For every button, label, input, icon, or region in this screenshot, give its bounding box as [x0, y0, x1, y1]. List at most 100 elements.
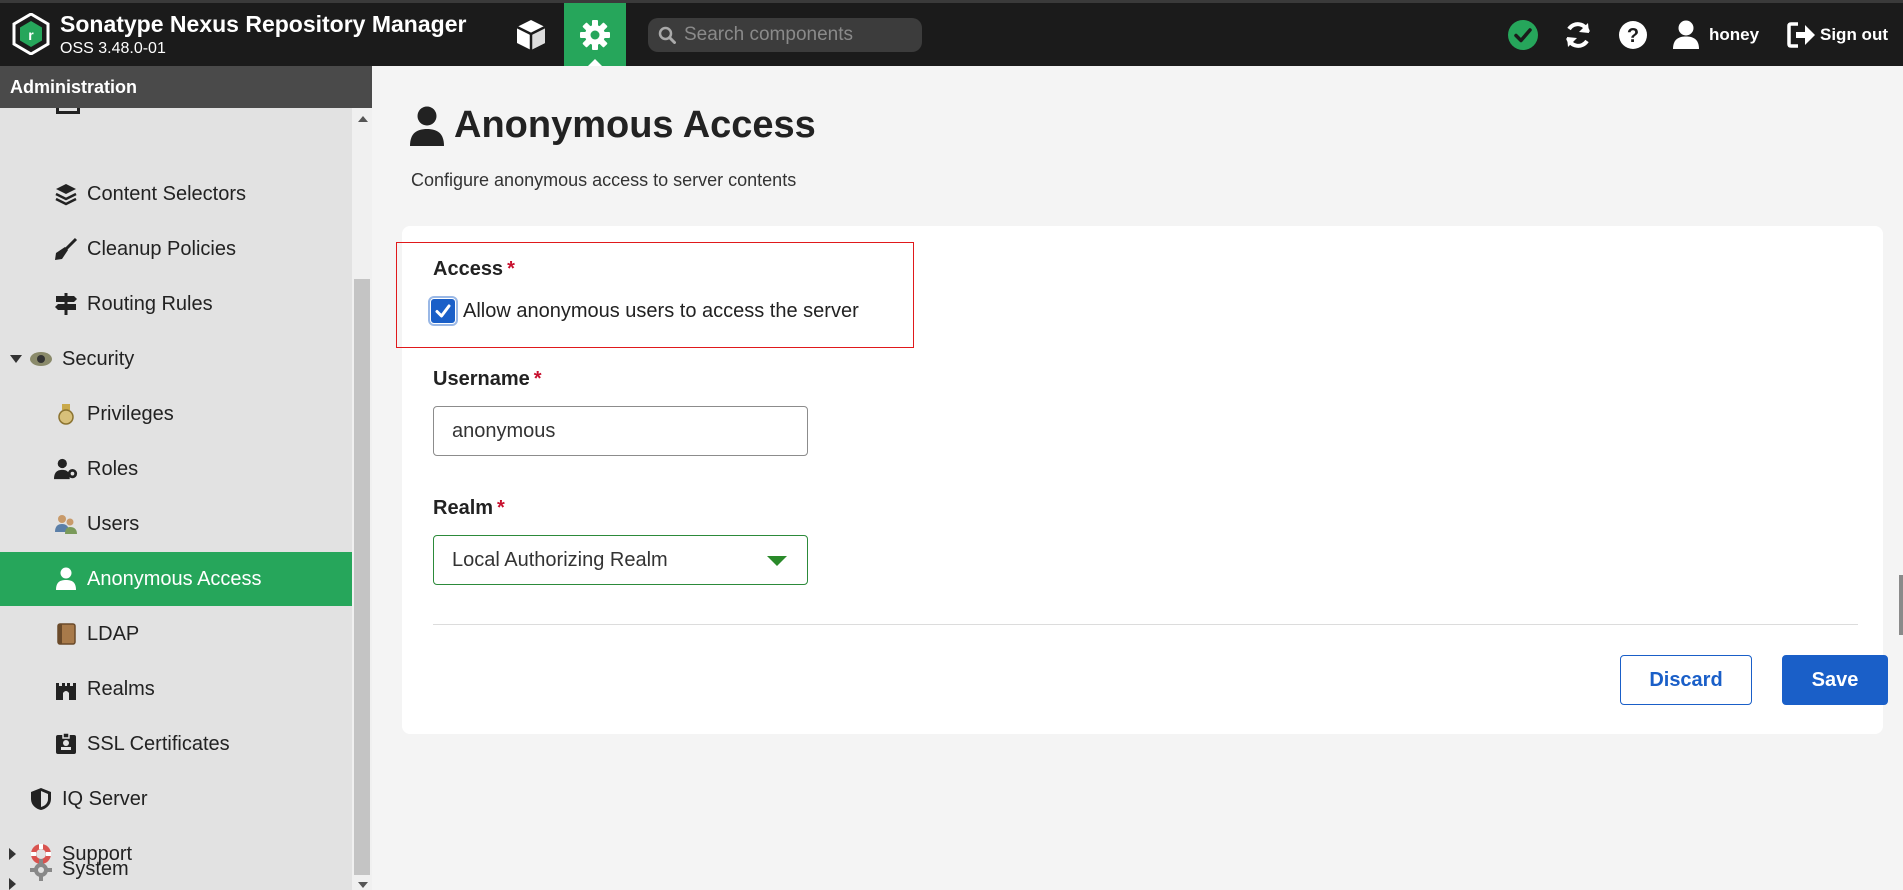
- refresh-icon: [1566, 22, 1590, 48]
- sidebar-item-label: Cleanup Policies: [87, 237, 236, 260]
- user-menu-button[interactable]: [1668, 17, 1704, 53]
- page-title: Anonymous Access: [454, 104, 816, 146]
- sidebar-item-label: Security: [62, 347, 135, 370]
- sidebar-item-label: Privileges: [87, 402, 174, 425]
- sidebar-item-ssl-certificates[interactable]: SSL Certificates: [0, 717, 352, 771]
- page-subtitle: Configure anonymous access to server con…: [411, 170, 797, 190]
- broom-icon: [54, 237, 78, 261]
- status-ok-button[interactable]: [1505, 17, 1541, 53]
- refresh-button[interactable]: [1560, 17, 1596, 53]
- sidebar-item-security[interactable]: Security: [0, 332, 352, 386]
- sidebar-item-cleanup-policies[interactable]: Cleanup Policies: [0, 222, 352, 276]
- sidebar-item-label: Anonymous Access: [87, 567, 262, 590]
- sidebar-item-content-selectors[interactable]: Content Selectors: [0, 167, 352, 221]
- expand-arrow-icon[interactable]: [9, 848, 16, 860]
- sidebar-item-clipped[interactable]: [0, 108, 352, 120]
- users-icon: [54, 512, 78, 536]
- sidebar-item-label: SSL Certificates: [87, 732, 230, 755]
- username-label[interactable]: honey: [1709, 25, 1759, 45]
- search-input[interactable]: [684, 24, 904, 46]
- sidebar-item-iq-server[interactable]: IQ Server: [0, 772, 352, 826]
- browse-nav-button[interactable]: [500, 3, 562, 66]
- sidebar-item-label: Users: [87, 512, 140, 535]
- realm-label-text: Realm: [433, 497, 494, 519]
- sidebar-item-label: Content Selectors: [87, 182, 246, 205]
- signout-button[interactable]: [1784, 17, 1820, 53]
- help-icon: ?: [1619, 21, 1647, 49]
- access-field-label: Access *: [433, 258, 515, 281]
- settings-form-card: Access * Allow anonymous users to access …: [396, 226, 1888, 734]
- sidebar-item-label: IQ Server: [62, 787, 148, 810]
- gear-icon: [580, 19, 610, 50]
- repository-icon: [56, 108, 80, 114]
- window-edge-handle: [1899, 575, 1903, 635]
- top-bar: r Sonatype Nexus Repository Manager OSS …: [0, 0, 1903, 66]
- checkmark-icon: [435, 304, 451, 318]
- id-card-icon: [54, 732, 78, 756]
- admin-sidebar: Administration Content Selectors Cleanup…: [0, 66, 372, 890]
- user-icon: [1673, 20, 1699, 49]
- sidebar-item-roles[interactable]: Roles: [0, 442, 352, 496]
- sidebar-title: Administration: [0, 66, 372, 108]
- required-mark: *: [507, 258, 515, 280]
- admin-nav-button[interactable]: [564, 3, 626, 66]
- access-label-text: Access: [433, 258, 504, 280]
- castle-icon: [54, 677, 78, 701]
- scroll-down-icon[interactable]: [358, 882, 368, 888]
- badge-icon: [29, 347, 53, 371]
- sidebar-item-label: LDAP: [87, 622, 140, 645]
- app-title: Sonatype Nexus Repository Manager: [60, 11, 467, 37]
- shield-icon: [29, 787, 53, 811]
- cube-icon: [516, 19, 546, 50]
- signpost-icon: [54, 292, 78, 316]
- user-icon: [54, 567, 78, 591]
- sidebar-item-privileges[interactable]: Privileges: [0, 387, 352, 441]
- realm-selected-value: Local Authorizing Realm: [452, 548, 668, 571]
- nexus-logo-icon: r: [12, 13, 50, 55]
- app-version: OSS 3.48.0-01: [60, 40, 166, 57]
- search-icon: [658, 26, 676, 44]
- user-icon: [410, 106, 444, 146]
- help-button[interactable]: ?: [1615, 17, 1651, 53]
- username-input[interactable]: [433, 406, 808, 456]
- realm-field-label: Realm *: [433, 497, 505, 520]
- svg-text:r: r: [28, 27, 34, 43]
- layers-icon: [54, 182, 78, 206]
- user-tie-icon: [54, 457, 78, 481]
- sidebar-item-label: Realms: [87, 677, 155, 700]
- sidebar-item-anonymous-access[interactable]: Anonymous Access: [0, 552, 352, 606]
- sidebar-item-label: Roles: [87, 457, 139, 480]
- chevron-down-icon: [767, 556, 787, 566]
- search-box[interactable]: [648, 18, 922, 52]
- sidebar-item-label[interactable]: System: [62, 858, 129, 881]
- check-circle-icon: [1508, 20, 1538, 50]
- form-divider: [433, 624, 1858, 625]
- sidebar-item-realms[interactable]: Realms: [0, 662, 352, 716]
- svg-text:?: ?: [1627, 25, 1639, 47]
- sign-out-icon: [1787, 22, 1815, 48]
- gear-icon: [29, 858, 53, 882]
- required-mark: *: [533, 368, 542, 390]
- sidebar-item-ldap[interactable]: LDAP: [0, 607, 352, 661]
- username-field-label: Username *: [433, 368, 542, 391]
- realm-select[interactable]: Local Authorizing Realm: [433, 535, 808, 585]
- medal-icon: [54, 402, 78, 426]
- active-caret: [588, 59, 602, 66]
- collapse-arrow-icon[interactable]: [10, 355, 22, 363]
- username-label-text: Username: [433, 368, 530, 390]
- allow-anonymous-checkbox[interactable]: [428, 296, 458, 326]
- required-mark: *: [497, 497, 505, 519]
- book-icon: [54, 622, 78, 646]
- sidebar-item-routing-rules[interactable]: Routing Rules: [0, 277, 352, 331]
- allow-anonymous-label[interactable]: Allow anonymous users to access the serv…: [463, 300, 859, 323]
- expand-arrow-icon[interactable]: [9, 878, 16, 890]
- scroll-up-icon[interactable]: [358, 116, 368, 122]
- discard-button[interactable]: Discard: [1620, 655, 1752, 705]
- save-button[interactable]: Save: [1782, 655, 1888, 705]
- main-content: Anonymous Access Configure anonymous acc…: [372, 66, 1903, 890]
- signout-label[interactable]: Sign out: [1820, 25, 1888, 45]
- sidebar-item-label: Routing Rules: [87, 292, 213, 315]
- sidebar-scrollbar-thumb[interactable]: [354, 279, 370, 875]
- sidebar-item-users[interactable]: Users: [0, 497, 352, 551]
- sidebar-item-system[interactable]: [0, 878, 352, 890]
